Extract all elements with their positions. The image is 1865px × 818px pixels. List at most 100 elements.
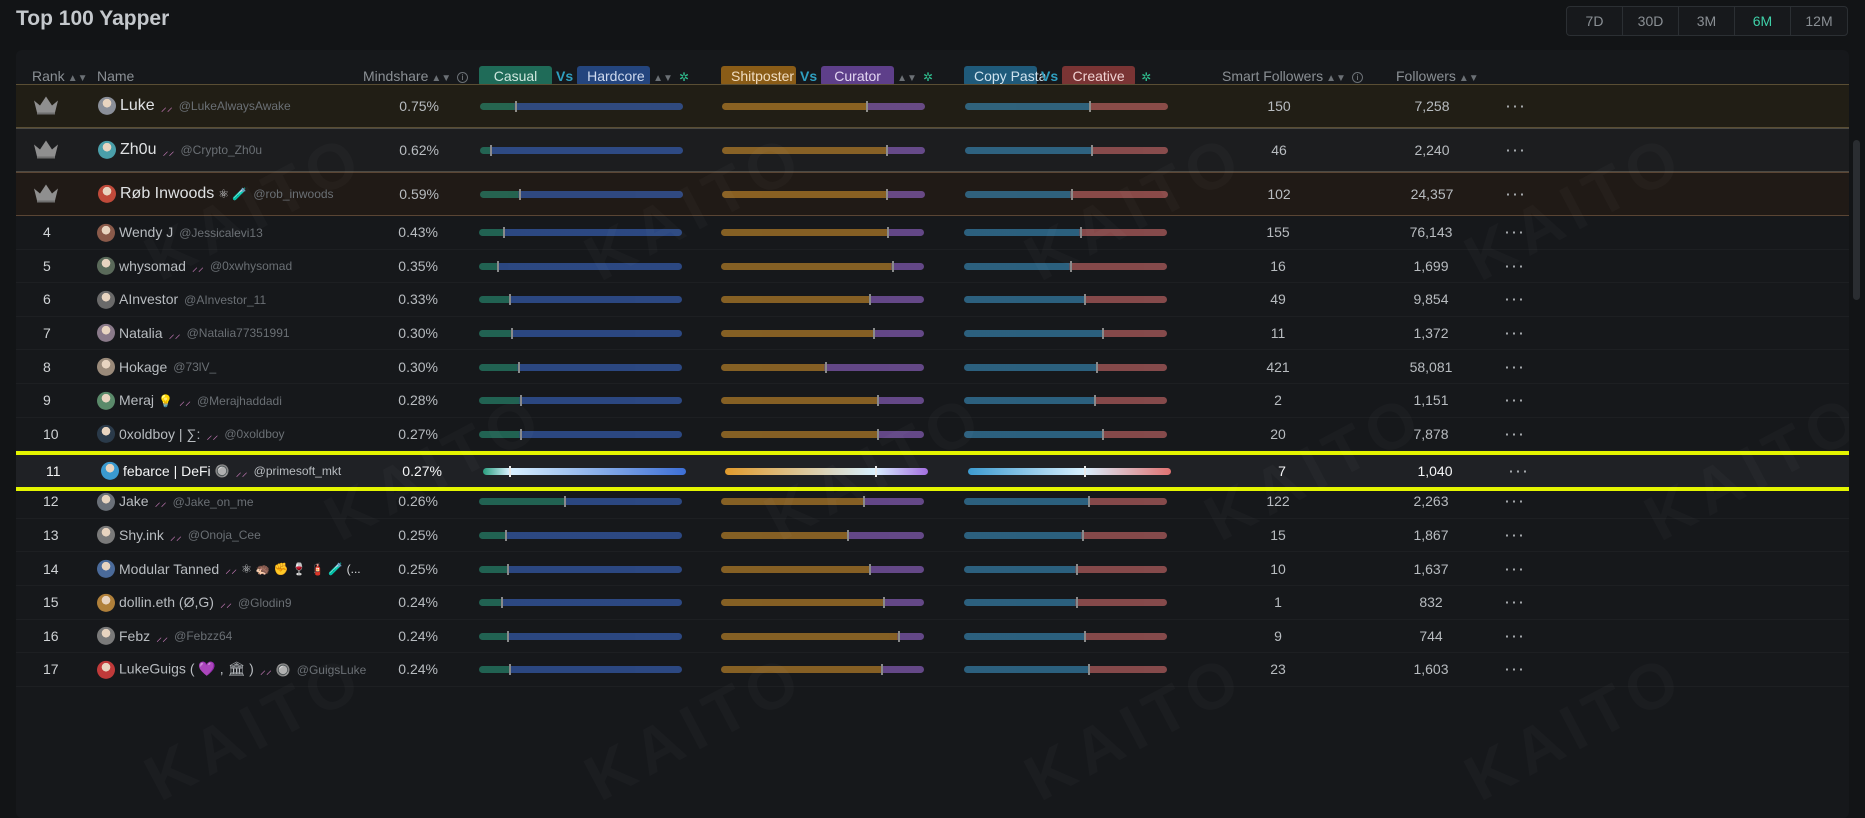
table-row[interactable]: Zh0u ⸝⸝ @Crypto_Zh0u 0.62% 46 2,240 ··· [16, 128, 1849, 172]
user-handle[interactable]: @Febzz64 [174, 629, 232, 643]
more-options-icon[interactable]: ··· [1504, 289, 1525, 310]
user-cell[interactable]: Røb Inwoods ⚛ 🧪 @rob_inwoods [98, 185, 334, 204]
column-smart-followers[interactable]: Smart Followers ▲▼ i [1222, 66, 1363, 86]
range-button-12m[interactable]: 12M [1791, 7, 1847, 35]
table-row[interactable]: Luke ⸝⸝ @LukeAlwaysAwake 0.75% 150 7,258 ··· [16, 84, 1849, 128]
user-name[interactable]: Meraj [119, 392, 154, 408]
user-name[interactable]: Febz [119, 628, 150, 644]
avatar[interactable] [97, 223, 115, 242]
table-row[interactable]: 9 Meraj 💡 ⸝⸝ @Merajhaddadi 0.28% 2 1,151 ··· [16, 384, 1849, 418]
user-handle[interactable]: @Onoja_Cee [188, 528, 261, 542]
user-cell[interactable]: febarce | DeFi 🔘 ⸝⸝ @primesoft_mkt [101, 462, 342, 481]
avatar[interactable] [97, 627, 115, 646]
user-name[interactable]: dollin.eth (Ø,G) [119, 594, 214, 610]
table-row[interactable]: Røb Inwoods ⚛ 🧪 @rob_inwoods 0.59% 102 24,357… [16, 172, 1849, 216]
table-row[interactable]: 10 0xoldboy | ∑: ⸝⸝ @0xoldboy 0.27% 20 7,878 ··… [16, 418, 1849, 452]
user-handle[interactable]: @73lV_ [173, 360, 216, 374]
user-handle[interactable]: @Merajhaddadi [197, 393, 282, 407]
user-handle[interactable]: @rob_inwoods [253, 187, 333, 201]
user-name[interactable]: 0xoldboy | ∑: [119, 426, 200, 442]
user-cell[interactable]: Modular Tanned ⸝⸝ ⚛ 🦔 ✊ 🍷 🧯 🧪 (... [97, 559, 361, 578]
more-options-icon[interactable]: ··· [1504, 323, 1525, 344]
more-options-icon[interactable]: ··· [1504, 625, 1525, 646]
user-cell[interactable]: 0xoldboy | ∑: ⸝⸝ @0xoldboy [97, 425, 285, 444]
user-cell[interactable]: LukeGuigs ( 💜 , 🏛 ) ⸝⸝ 🔘 @GuigsLuke [97, 660, 366, 679]
user-name[interactable]: Jake [119, 494, 149, 510]
user-name[interactable]: Røb Inwoods [120, 185, 214, 202]
range-button-6m[interactable]: 6M [1735, 7, 1791, 35]
info-icon[interactable]: i [1351, 72, 1363, 83]
more-options-icon[interactable]: ··· [1508, 461, 1529, 482]
scrollbar[interactable] [1853, 140, 1860, 300]
more-options-icon[interactable]: ··· [1504, 491, 1525, 512]
avatar[interactable] [97, 593, 115, 612]
user-cell[interactable]: Shy.ink ⸝⸝ @Onoja_Cee [97, 526, 261, 545]
avatar[interactable] [97, 324, 115, 343]
more-options-icon[interactable]: ··· [1505, 184, 1526, 205]
sort-icon[interactable]: ▲▼ [653, 73, 673, 84]
user-cell[interactable]: whysomad ⸝⸝ @0xwhysomad [97, 257, 292, 276]
user-name[interactable]: Zh0u [120, 141, 156, 158]
more-options-icon[interactable]: ··· [1505, 96, 1526, 117]
avatar[interactable] [101, 462, 119, 481]
range-button-3m[interactable]: 3M [1679, 7, 1735, 35]
avatar[interactable] [98, 141, 116, 160]
user-cell[interactable]: Febz ⸝⸝ @Febzz64 [97, 627, 232, 646]
user-cell[interactable]: Zh0u ⸝⸝ @Crypto_Zh0u [98, 141, 262, 160]
user-name[interactable]: Luke [120, 97, 155, 114]
table-row[interactable]: 16 Febz ⸝⸝ @Febzz64 0.24% 9 744 ··· [16, 620, 1849, 654]
user-cell[interactable]: Hokage @73lV_ [97, 357, 216, 376]
user-name[interactable]: Wendy J [119, 224, 173, 240]
column-followers[interactable]: Followers ▲▼ [1396, 66, 1479, 86]
user-name[interactable]: whysomad [119, 258, 186, 274]
user-cell[interactable]: Wendy J @Jessicalevi13 [97, 223, 263, 242]
user-name[interactable]: AInvestor [119, 292, 178, 308]
range-button-30d[interactable]: 30D [1623, 7, 1679, 35]
more-options-icon[interactable]: ··· [1504, 525, 1525, 546]
avatar[interactable] [97, 357, 115, 376]
table-row[interactable]: 4 Wendy J @Jessicalevi13 0.43% 155 76,143 ··· [16, 216, 1849, 250]
user-cell[interactable]: Natalia ⸝⸝ @Natalia77351991 [97, 324, 290, 343]
user-name[interactable]: febarce | DeFi [123, 463, 211, 479]
user-handle[interactable]: @Jessicalevi13 [179, 225, 263, 239]
more-options-icon[interactable]: ··· [1504, 356, 1525, 377]
table-row[interactable]: 13 Shy.ink ⸝⸝ @Onoja_Cee 0.25% 15 1,867 ··· [16, 519, 1849, 553]
user-cell[interactable]: Meraj 💡 ⸝⸝ @Merajhaddadi [97, 391, 282, 410]
user-cell[interactable]: dollin.eth (Ø,G) ⸝⸝ @Glodin9 [97, 593, 292, 612]
user-name[interactable]: Shy.ink [119, 527, 164, 543]
column-mindshare[interactable]: Mindshare ▲▼ i [363, 66, 469, 86]
user-handle[interactable]: @primesoft_mkt [254, 464, 342, 478]
more-options-icon[interactable]: ··· [1505, 140, 1526, 161]
user-name[interactable]: Modular Tanned [119, 561, 219, 577]
user-name[interactable]: Hokage [119, 359, 167, 375]
settings-icon[interactable]: ✲ [923, 70, 933, 84]
sort-icon[interactable]: ▲▼ [897, 73, 917, 84]
table-row[interactable]: 8 Hokage @73lV_ 0.30% 421 58,081 ··· [16, 350, 1849, 384]
avatar[interactable] [97, 391, 115, 410]
more-options-icon[interactable]: ··· [1504, 592, 1525, 613]
avatar[interactable] [97, 559, 115, 578]
user-name[interactable]: Natalia [119, 325, 163, 341]
avatar[interactable] [98, 97, 116, 116]
more-options-icon[interactable]: ··· [1504, 659, 1525, 680]
user-handle[interactable]: @AInvestor_11 [184, 293, 266, 307]
table-row[interactable]: 6 AInvestor @AInvestor_11 0.33% 49 9,854 ··· [16, 283, 1849, 317]
user-cell[interactable]: AInvestor @AInvestor_11 [97, 290, 266, 309]
settings-icon[interactable]: ✲ [679, 70, 689, 84]
more-options-icon[interactable]: ··· [1504, 255, 1525, 276]
table-row[interactable]: 14 Modular Tanned ⸝⸝ ⚛ 🦔 ✊ 🍷 🧯 🧪 (... 0.25% 1… [16, 552, 1849, 586]
user-handle[interactable]: @LukeAlwaysAwake [179, 99, 291, 113]
avatar[interactable] [97, 257, 115, 276]
settings-icon[interactable]: ✲ [1141, 70, 1151, 84]
avatar[interactable] [97, 660, 115, 679]
user-name[interactable]: LukeGuigs ( 💜 , 🏛 ) [119, 661, 254, 677]
user-cell[interactable]: Jake ⸝⸝ @Jake_on_me [97, 492, 254, 511]
table-row[interactable]: 5 whysomad ⸝⸝ @0xwhysomad 0.35% 16 1,699 ··· [16, 250, 1849, 284]
more-options-icon[interactable]: ··· [1504, 423, 1525, 444]
avatar[interactable] [98, 185, 116, 204]
avatar[interactable] [97, 290, 115, 309]
table-row[interactable]: 15 dollin.eth (Ø,G) ⸝⸝ @Glodin9 0.24% 1 832 ··· [16, 586, 1849, 620]
more-options-icon[interactable]: ··· [1504, 390, 1525, 411]
range-button-7d[interactable]: 7D [1567, 7, 1623, 35]
more-options-icon[interactable]: ··· [1504, 558, 1525, 579]
